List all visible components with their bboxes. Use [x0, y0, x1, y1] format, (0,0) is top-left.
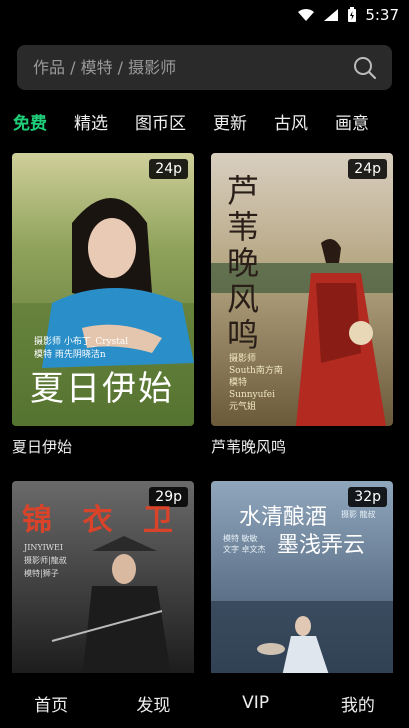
overlay-subtitle: 墨浅弄云 — [277, 533, 366, 558]
nav-vip[interactable]: VIP — [205, 693, 307, 713]
tab-ancient-style[interactable]: 古风 — [274, 109, 308, 134]
card-thumbnail[interactable]: 24p 摄影师 小布丁_Crystal 模特 雨先阴晓洁n 夏日伊始 — [12, 153, 194, 426]
credit-line: 摄影师 — [229, 354, 257, 364]
credit-line: 元气姐 — [229, 402, 257, 412]
card-thumbnail[interactable]: 29p 锦 衣 卫 JINYIWEI 摄影师|龍叔 模特|狮子 — [12, 481, 194, 673]
credits-text: 模特 敏敏 文字 卓文杰 — [223, 533, 266, 555]
card-title[interactable]: 芦苇晚风鸣 — [211, 436, 393, 457]
credits-text: 摄影师 小布丁_Crystal 模特 雨先阴晓洁n — [34, 336, 128, 362]
bottom-nav: 首页 发现 VIP 我的 — [0, 678, 409, 728]
photo-count-badge: 24p — [149, 159, 188, 179]
credit-line: 文字 卓文杰 — [223, 545, 266, 554]
status-time: 5:37 — [365, 6, 399, 24]
credit-line: JINYIWEI — [24, 543, 64, 552]
credits-text: 摄影师 South南方南 模特 Sunnyufei 元气姐 — [229, 353, 283, 413]
credit-line: Sunnyufei — [229, 390, 275, 400]
credit-line: 摄影 龍叔 — [341, 510, 376, 519]
credit-line: 模特 — [229, 378, 248, 388]
category-tabs: 免费 精选 图币区 更新 古风 画意 — [13, 106, 409, 136]
tab-artistic[interactable]: 画意 — [335, 109, 369, 134]
gallery-card[interactable]: 29p 锦 衣 卫 JINYIWEI 摄影师|龍叔 模特|狮子 — [12, 481, 194, 673]
credit-line: 摄影师|龍叔 — [24, 556, 67, 565]
photo-count-badge: 32p — [348, 487, 387, 507]
nav-home[interactable]: 首页 — [0, 691, 102, 716]
tab-coin-zone[interactable]: 图币区 — [135, 109, 186, 134]
search-input[interactable] — [31, 57, 352, 78]
tab-free[interactable]: 免费 — [13, 109, 47, 134]
gallery-card[interactable]: 24p 芦苇晚风鸣 摄影师 South南方南 模特 Sunnyufei 元气姐 … — [211, 153, 393, 457]
battery-icon — [347, 7, 357, 23]
overlay-title: 锦 衣 卫 — [22, 503, 183, 538]
search-bar[interactable] — [17, 45, 392, 90]
gallery-card[interactable]: 24p 摄影师 小布丁_Crystal 模特 雨先阴晓洁n 夏日伊始 夏日伊始 — [12, 153, 194, 457]
credit-line: 模特|狮子 — [24, 569, 59, 578]
nav-discover[interactable]: 发现 — [102, 691, 204, 716]
credit-line: South南方南 — [229, 366, 283, 376]
signal-icon — [323, 8, 339, 22]
wifi-icon — [297, 8, 315, 22]
gallery-grid: 24p 摄影师 小布丁_Crystal 模特 雨先阴晓洁n 夏日伊始 夏日伊始 — [12, 153, 393, 673]
tab-featured[interactable]: 精选 — [74, 109, 108, 134]
tab-updates[interactable]: 更新 — [213, 109, 247, 134]
card-thumbnail[interactable]: 24p 芦苇晚风鸣 摄影师 South南方南 模特 Sunnyufei 元气姐 — [211, 153, 393, 426]
photo-count-badge: 24p — [348, 159, 387, 179]
card-title[interactable]: 夏日伊始 — [12, 436, 194, 457]
search-icon[interactable] — [352, 55, 378, 81]
credit-line: 模特 敏敏 — [223, 534, 258, 543]
overlay-title: 夏日伊始 — [30, 369, 174, 409]
credits-text: JINYIWEI 摄影师|龍叔 模特|狮子 — [24, 541, 67, 580]
nav-profile[interactable]: 我的 — [307, 691, 409, 716]
credit-line: 摄影师 小布丁_Crystal — [34, 337, 129, 347]
gallery-card[interactable]: 32p 水清酿酒 墨浅弄云 摄影 龍叔 模特 敏敏 文字 卓文杰 — [211, 481, 393, 673]
overlay-title: 芦苇晚风鸣 — [227, 172, 260, 354]
card-thumbnail[interactable]: 32p 水清酿酒 墨浅弄云 摄影 龍叔 模特 敏敏 文字 卓文杰 — [211, 481, 393, 673]
status-bar: 5:37 — [0, 0, 409, 30]
